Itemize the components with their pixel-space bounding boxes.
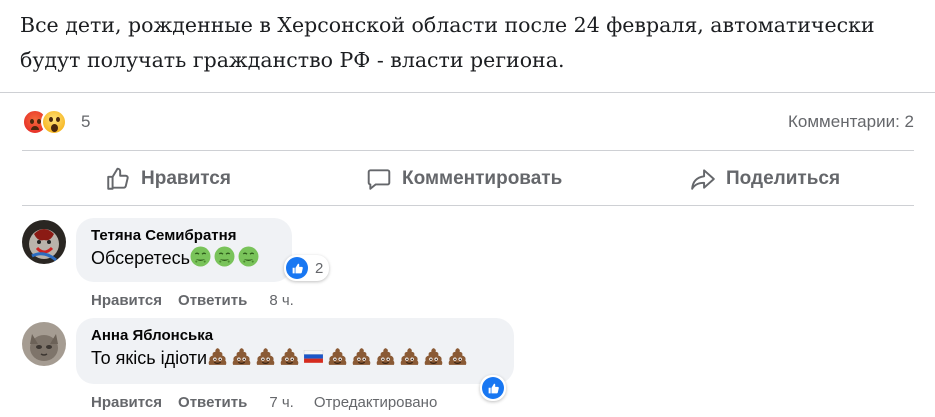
post-action-bar: Нравится Комментировать Поделиться [22, 150, 914, 206]
pile-of-poo-emoji [423, 346, 444, 367]
reactions-summary[interactable]: 5 [22, 109, 90, 135]
thumbs-up-icon [107, 167, 129, 190]
comment-author[interactable]: Анна Яблонська [91, 326, 499, 345]
pile-of-poo-emoji [399, 346, 420, 367]
comment-reply-link[interactable]: Ответить [178, 292, 247, 309]
comment-author[interactable]: Тетяна Семибратня [91, 226, 277, 245]
comment-like-count: 2 [315, 259, 324, 277]
speech-bubble-icon [367, 168, 391, 190]
pile-of-poo-emoji [447, 346, 468, 367]
pile-of-poo-emoji [375, 346, 396, 367]
nauseated-face-emoji [214, 246, 235, 267]
nauseated-face-emoji [238, 246, 259, 267]
pile-of-poo-emoji [231, 346, 252, 367]
like-button-label: Нравится [141, 167, 231, 189]
avatar[interactable] [22, 220, 66, 264]
post-text: Все дети, рожденные в Херсонской области… [20, 13, 875, 72]
share-button[interactable]: Поделиться [690, 151, 840, 206]
nauseated-face-emoji [190, 246, 211, 267]
comment-button[interactable]: Комментировать [366, 151, 562, 206]
comment-bubble: Анна Яблонська То якісь ідіоти [76, 318, 514, 384]
pile-of-poo-emoji [327, 346, 348, 367]
comment-meta: Нравится Ответить 8 ч. [91, 292, 294, 309]
wow-reaction-icon [41, 109, 67, 135]
comment-like-link[interactable]: Нравится [91, 394, 162, 411]
russia-flag-emoji [303, 346, 324, 367]
comment-text: Обсеретесь [91, 248, 190, 268]
comment-button-label: Комментировать [402, 167, 563, 189]
avatar[interactable] [22, 322, 66, 366]
comment-bubble: Тетяна Семибратня Обсеретесь [76, 218, 292, 282]
comment-edited-label: Отредактировано [313, 394, 438, 411]
pile-of-poo-emoji [207, 346, 228, 367]
comment-like-badge[interactable]: 2 [284, 255, 330, 281]
pile-of-poo-emoji [351, 346, 372, 367]
comment-timestamp[interactable]: 8 ч. [269, 292, 294, 309]
pile-of-poo-emoji [255, 346, 276, 367]
comment-like-link[interactable]: Нравится [91, 292, 162, 309]
reaction-count[interactable]: 5 [81, 112, 90, 132]
like-reaction-icon [286, 257, 308, 279]
share-arrow-icon [691, 168, 715, 190]
comment-timestamp[interactable]: 7 ч. [269, 394, 294, 411]
post-summary: 5 Комментарии: 2 [0, 92, 935, 152]
comments-count-link[interactable]: Комментарии: 2 [788, 112, 914, 132]
comment-reply-link[interactable]: Ответить [178, 394, 247, 411]
comment-like-badge[interactable] [480, 375, 506, 401]
like-button[interactable]: Нравится [105, 151, 231, 206]
pile-of-poo-emoji [279, 346, 300, 367]
like-reaction-icon [482, 377, 504, 399]
comment-text: То якісь ідіоти [91, 348, 208, 368]
comment-meta: Нравится Ответить 7 ч. Отредактировано [91, 394, 437, 411]
share-button-label: Поделиться [726, 167, 841, 189]
